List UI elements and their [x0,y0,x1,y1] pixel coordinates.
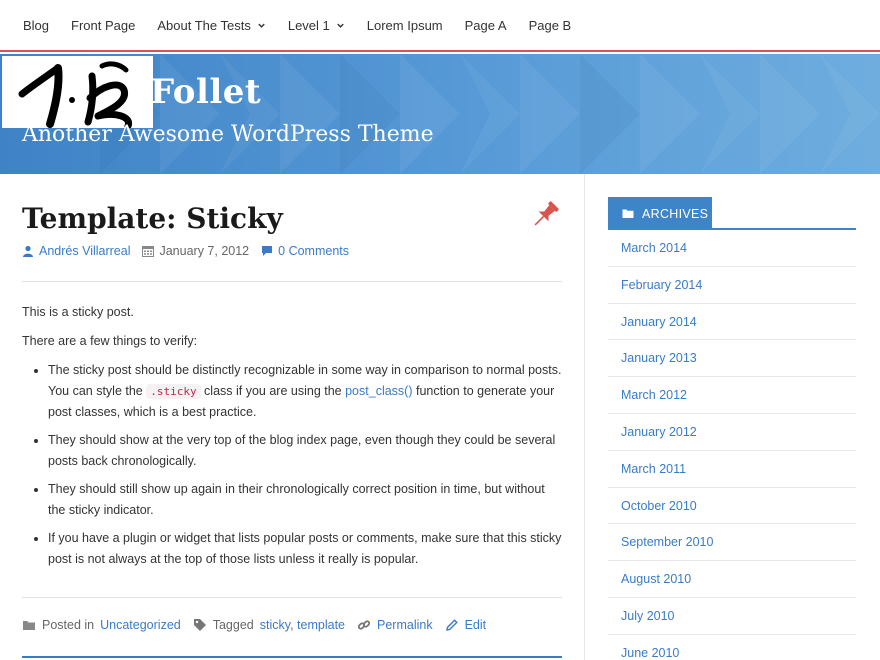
nav-item-blog[interactable]: Blog [12,18,60,33]
divider [22,281,562,282]
site-title[interactable]: Follet [150,72,261,112]
nav-item-page-a[interactable]: Page A [454,18,518,33]
permalink[interactable]: Permalink [357,618,433,632]
sidebar-divider [584,174,585,660]
user-icon [23,245,33,257]
category-link[interactable]: Uncategorized [100,618,181,632]
archive-list: March 2014 February 2014 January 2014 Ja… [608,230,856,660]
nav-item-page-b[interactable]: Page B [518,18,583,33]
folder-icon [622,209,634,218]
post-title[interactable]: Template: Sticky [22,202,283,235]
nav-label: Level 1 [287,17,330,33]
archive-link[interactable]: June 2010 [608,635,856,660]
top-navigation: Blog Front Page About The Tests Level 1 … [0,0,880,52]
site-header: Follet Another Awesome WordPress Theme [0,54,880,174]
edit-link[interactable]: Edit [465,618,487,632]
folder-icon [23,621,35,630]
site-tagline: Another Awesome WordPress Theme [22,122,434,147]
post-class-link[interactable]: post_class() [345,384,412,398]
archive-link[interactable]: September 2010 [608,524,856,562]
post-footer-meta: Posted in Uncategorized Tagged sticky, t… [22,618,498,632]
tags: Tagged sticky, template [193,618,345,632]
list-item: They should still show up again in their… [48,479,562,521]
archive-link[interactable]: February 2014 [608,267,856,304]
nav-label: Page B [528,17,572,33]
verification-list: The sticky post should be distinctly rec… [22,360,562,570]
paragraph: There are a few things to verify: [22,334,198,348]
tag-icon [193,619,206,631]
archive-link[interactable]: March 2011 [608,451,856,488]
text: class if you are using the [200,384,346,398]
comments-link[interactable]: 0 Comments [278,244,349,258]
archive-link[interactable]: March 2014 [608,230,856,267]
archives-widget-title: ARCHIVES [608,197,712,230]
nav-label: About The Tests [157,17,251,33]
tag-link-template[interactable]: template [297,618,345,632]
date-text: January 7, 2012 [159,244,250,258]
chevron-down-icon [337,23,344,28]
permalink-link[interactable]: Permalink [377,618,433,632]
nav-label: Front Page [71,17,136,33]
nav-label: Blog [23,17,50,33]
post-comments[interactable]: 0 Comments [261,244,349,258]
archive-link[interactable]: January 2012 [608,414,856,451]
calendar-icon [142,246,155,257]
archives-widget: ARCHIVES March 2014 February 2014 Januar… [608,197,856,660]
list-item: If you have a plugin or widget that list… [48,528,562,570]
post-author[interactable]: Andrés Villarreal [22,244,130,258]
archive-link[interactable]: January 2013 [608,340,856,378]
nav-label: Lorem Ipsum [366,17,443,33]
list-item: The sticky post should be distinctly rec… [48,360,562,423]
archive-link[interactable]: July 2010 [608,598,856,635]
signature-logo-icon [18,61,132,130]
list-item: They should show at the very top of the … [48,430,562,472]
tag-link-sticky[interactable]: sticky [260,618,290,632]
chevron-down-icon [258,23,265,28]
pencil-icon [445,619,458,631]
pushpin-icon [534,201,559,226]
divider [22,597,562,598]
link-icon [357,620,371,630]
archive-link[interactable]: January 2014 [608,304,856,341]
author-link[interactable]: Andrés Villarreal [39,244,130,258]
post-meta: Andrés Villarreal January 7, 2012 0 Comm… [22,244,361,258]
inline-code: .sticky [146,384,201,399]
post-date: January 7, 2012 [142,244,249,258]
nav-item-front-page[interactable]: Front Page [60,18,146,33]
posted-in: Posted in Uncategorized [22,618,181,632]
nav-label: Page A [464,17,507,33]
nav-item-about-the-tests[interactable]: About The Tests [146,18,276,33]
tagged-label: Tagged [212,618,254,632]
posted-in-label: Posted in [42,618,95,632]
edit[interactable]: Edit [445,618,487,632]
post-content: This is a sticky post. There are a few t… [22,302,562,577]
nav-item-lorem-ipsum[interactable]: Lorem Ipsum [356,18,454,33]
nav-item-level-1[interactable]: Level 1 [277,18,356,33]
tag-separator: , [290,618,294,632]
site-logo[interactable] [2,56,153,130]
comment-icon [262,246,273,256]
paragraph: This is a sticky post. [22,305,134,319]
post-bottom-rule [22,656,562,658]
archives-title: ARCHIVES [642,206,709,221]
archive-link[interactable]: March 2012 [608,377,856,414]
archive-link[interactable]: October 2010 [608,488,856,525]
archive-link[interactable]: August 2010 [608,561,856,598]
